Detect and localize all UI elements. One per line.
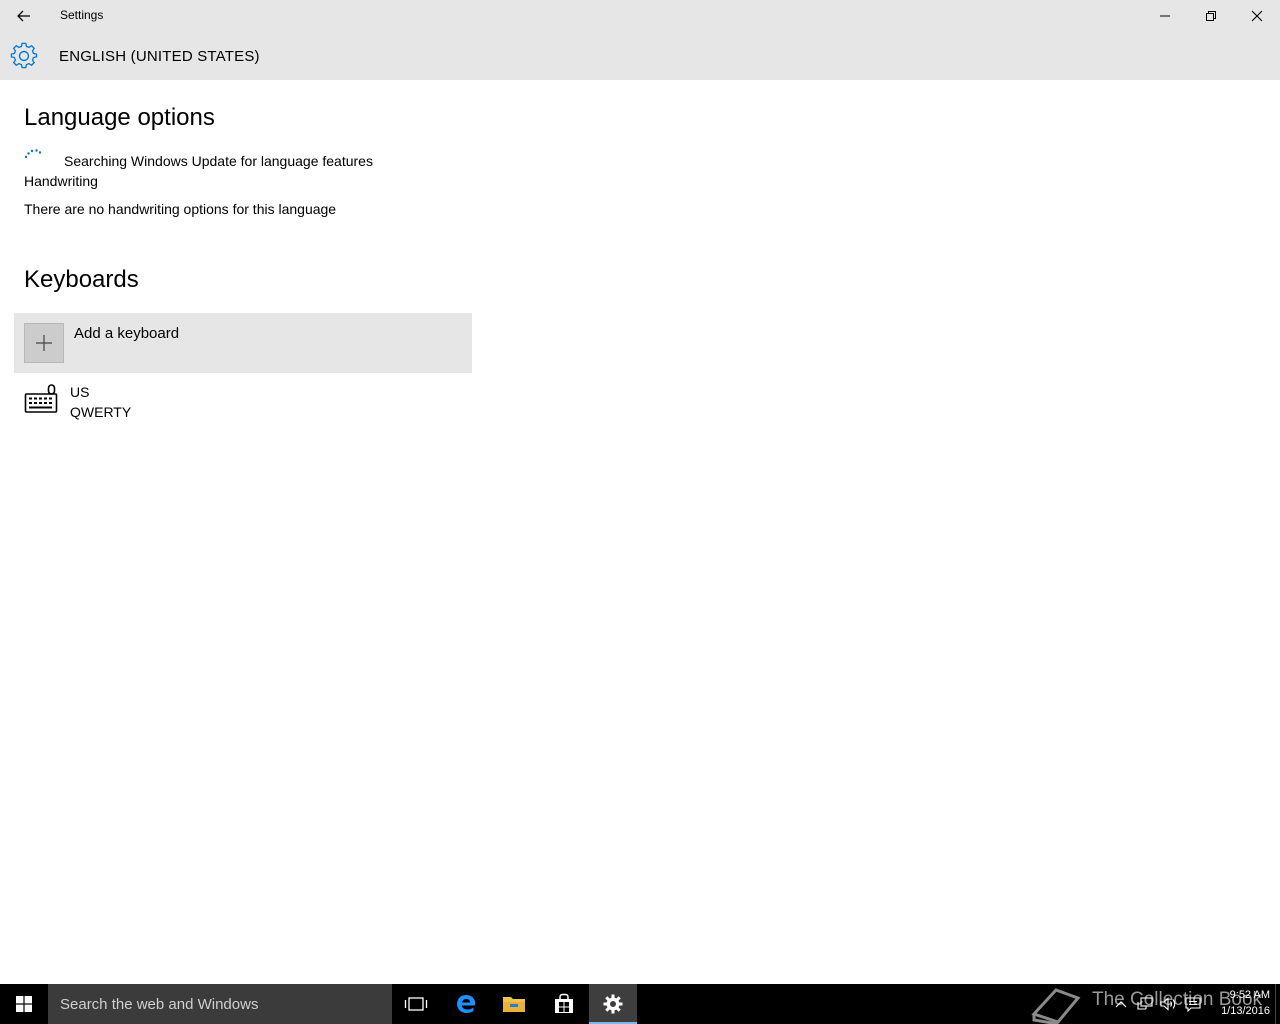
clock-date: 1/13/2016	[1221, 1005, 1270, 1017]
keyboard-name: US	[70, 384, 90, 400]
show-hidden-icons-button[interactable]	[1110, 984, 1132, 1024]
language-options-heading: Language options	[24, 104, 215, 131]
clock-time: 9:52 AM	[1229, 989, 1270, 1001]
add-keyboard-label: Add a keyboard	[74, 325, 180, 342]
page-title: ENGLISH (UNITED STATES)	[59, 48, 260, 65]
page-header: ENGLISH (UNITED STATES)	[0, 32, 1280, 80]
clock[interactable]: 9:52 AM 1/13/2016	[1208, 987, 1270, 1019]
file-explorer-icon	[503, 997, 525, 1012]
action-center-icon	[1185, 996, 1201, 1012]
taskbar-search-box[interactable]: Search the web and Windows	[48, 984, 392, 1024]
minimize-button[interactable]	[1142, 0, 1188, 32]
settings-icon	[603, 994, 623, 1014]
restore-icon	[1206, 11, 1216, 21]
restore-button[interactable]	[1188, 0, 1234, 32]
volume-button[interactable]	[1158, 984, 1180, 1024]
store-button[interactable]	[540, 984, 588, 1024]
keyboards-heading: Keyboards	[24, 266, 139, 293]
keyboard-list-item[interactable]: US QWERTY	[14, 378, 472, 430]
gear-icon	[10, 42, 38, 69]
minimize-icon	[1160, 15, 1170, 17]
keyboard-layout: QWERTY	[70, 404, 132, 420]
plus-icon	[24, 323, 64, 363]
close-button[interactable]	[1234, 0, 1280, 32]
taskbar: Search the web and Windows The Collectio…	[0, 984, 1280, 1024]
close-icon	[1251, 10, 1263, 22]
edge-button[interactable]	[442, 984, 490, 1024]
handwriting-status-text: There are no handwriting options for thi…	[24, 201, 337, 217]
keyboard-icon	[24, 384, 58, 413]
main-content: Language options Searching Windows Updat…	[0, 80, 1280, 984]
show-desktop-button[interactable]	[1275, 984, 1280, 1024]
add-keyboard-button[interactable]: Add a keyboard	[14, 313, 472, 373]
windows-logo-icon	[16, 996, 32, 1012]
file-explorer-button[interactable]	[490, 984, 538, 1024]
title-bar: Settings	[0, 0, 1280, 32]
chevron-up-icon	[1115, 1001, 1127, 1008]
action-center-button[interactable]	[1182, 984, 1204, 1024]
book-logo-icon	[1031, 988, 1081, 1024]
search-placeholder: Search the web and Windows	[60, 996, 259, 1013]
network-icon	[1137, 997, 1153, 1010]
progress-spinner-icon	[24, 149, 42, 159]
store-icon	[555, 993, 573, 1013]
settings-taskbar-button[interactable]	[589, 984, 637, 1024]
back-button[interactable]	[0, 0, 48, 32]
start-button[interactable]	[0, 984, 48, 1024]
volume-icon	[1160, 997, 1176, 1011]
task-view-icon	[404, 997, 428, 1011]
task-view-button[interactable]	[392, 984, 440, 1024]
edge-icon	[457, 995, 476, 1013]
window-title: Settings	[60, 8, 104, 22]
back-arrow-icon	[17, 10, 30, 22]
handwriting-label: Handwriting	[24, 173, 98, 189]
network-button[interactable]	[1134, 984, 1156, 1024]
search-status-text: Searching Windows Update for language fe…	[64, 153, 373, 169]
